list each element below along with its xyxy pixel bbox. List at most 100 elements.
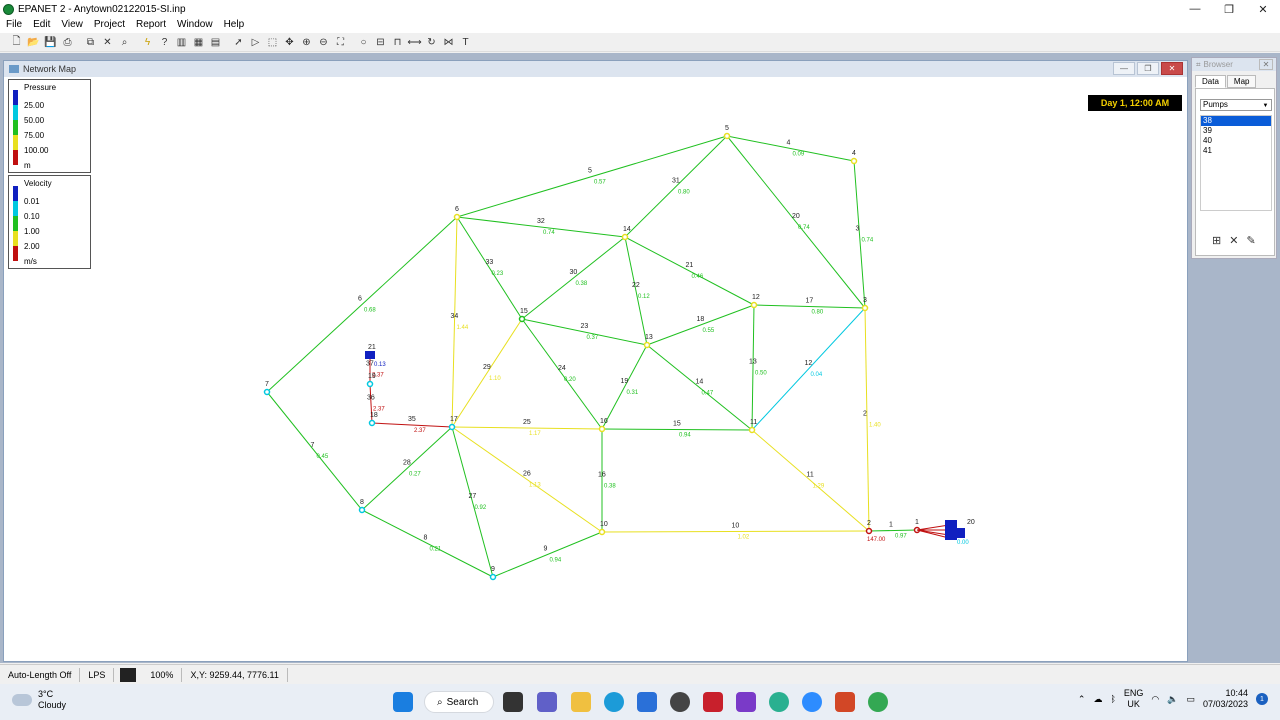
junction-11[interactable]	[748, 426, 756, 434]
maximize-button[interactable]: ❐	[1212, 0, 1246, 18]
onedrive-icon[interactable]: ☁	[1093, 694, 1102, 705]
auto-length-status[interactable]: Auto-Length Off	[0, 667, 81, 682]
pipe-18[interactable]	[646, 304, 755, 346]
pipe-1[interactable]	[868, 529, 918, 532]
options-icon[interactable]: ▤	[208, 35, 223, 50]
object-list[interactable]: 38 39 40 41	[1200, 115, 1272, 211]
network-map-svg[interactable]: 50.5740.0930.74310.80200.74320.7460.6834…	[4, 77, 1187, 661]
browser-close-button[interactable]: ✕	[1259, 59, 1273, 70]
pipe-6[interactable]	[266, 216, 458, 393]
bluetooth-icon[interactable]: ᛒ	[1110, 694, 1115, 704]
graph-icon[interactable]: ▥	[174, 35, 189, 50]
windows-start-icon[interactable]	[393, 692, 413, 712]
junction-9[interactable]	[489, 573, 497, 581]
pipe-14[interactable]	[646, 344, 753, 431]
add-reservoir-icon[interactable]: ⊟	[373, 35, 388, 50]
junction-8[interactable]	[358, 506, 366, 514]
pipe-15[interactable]	[601, 428, 753, 431]
pipe-8[interactable]	[361, 509, 494, 578]
menu-window[interactable]: Window	[171, 18, 218, 33]
tab-map[interactable]: Map	[1226, 75, 1257, 88]
junction-13[interactable]	[643, 341, 651, 349]
clipchamp-taskbar-icon[interactable]	[736, 692, 756, 712]
pipe-7[interactable]	[266, 391, 363, 511]
zoom-taskbar-icon[interactable]	[802, 692, 822, 712]
save-icon[interactable]: 💾	[43, 35, 58, 50]
menu-project[interactable]: Project	[88, 18, 130, 33]
pipe-3[interactable]	[853, 160, 866, 309]
battery-icon[interactable]: ▭	[1186, 694, 1195, 705]
menu-file[interactable]: File	[0, 18, 27, 33]
list-item[interactable]: 38	[1201, 116, 1271, 126]
list-item[interactable]: 39	[1201, 126, 1271, 136]
junction-4[interactable]	[850, 157, 858, 165]
file-explorer-taskbar-icon[interactable]	[503, 692, 523, 712]
pipe-27[interactable]	[451, 426, 494, 578]
list-item[interactable]: 40	[1201, 136, 1271, 146]
folder-taskbar-icon[interactable]	[571, 692, 591, 712]
store-taskbar-icon[interactable]	[637, 692, 657, 712]
velocity-legend[interactable]: Velocity 0.01 0.10 1.00 2.00 m/s	[8, 175, 91, 269]
add-pipe-icon[interactable]: ⟷	[407, 35, 422, 50]
pipe-9[interactable]	[492, 531, 603, 578]
pipe-22[interactable]	[624, 236, 648, 346]
teams-chat-taskbar-icon[interactable]	[537, 692, 557, 712]
map-minimize-button[interactable]: —	[1113, 62, 1135, 75]
pipe-17[interactable]	[753, 304, 866, 309]
pipe-25[interactable]	[451, 426, 603, 430]
add-tank-icon[interactable]: ⊓	[390, 35, 405, 50]
add-object-icon[interactable]: ⊞	[1212, 234, 1221, 247]
pipe-19[interactable]	[601, 344, 648, 430]
junction-18[interactable]	[368, 419, 376, 427]
powerpoint-taskbar-icon[interactable]	[835, 692, 855, 712]
pipe-2[interactable]	[864, 307, 870, 532]
copy-icon[interactable]: ⧉	[83, 35, 98, 50]
dell-taskbar-icon[interactable]	[670, 692, 690, 712]
pump-link-2[interactable]	[916, 524, 950, 531]
list-item[interactable]: 41	[1201, 146, 1271, 156]
network-map-canvas[interactable]: 5 0.57 4 0.09 3 0.74 31 0.80 20 0.74 32 0.74 6 0.68 34…	[4, 77, 1187, 661]
pipe-29[interactable]	[451, 318, 523, 428]
pipe-35[interactable]	[371, 422, 453, 428]
print-icon[interactable]: ⎙	[60, 35, 75, 50]
pan-icon[interactable]: ✥	[282, 35, 297, 50]
add-valve-icon[interactable]: ⋈	[441, 35, 456, 50]
map-close-button[interactable]: ✕	[1161, 62, 1183, 75]
junction-16[interactable]	[598, 425, 606, 433]
pipe-12[interactable]	[751, 307, 866, 431]
map-maximize-button[interactable]: ❐	[1137, 62, 1159, 75]
select-region-icon[interactable]: ⬚	[265, 35, 280, 50]
menu-report[interactable]: Report	[130, 18, 171, 33]
select-vertex-icon[interactable]: ▷	[248, 35, 263, 50]
pipe-10[interactable]	[601, 530, 870, 533]
pipe-4[interactable]	[726, 135, 855, 162]
zoom-in-icon[interactable]: ⊕	[299, 35, 314, 50]
menu-help[interactable]: Help	[218, 18, 250, 33]
add-pump-icon[interactable]: ↻	[424, 35, 439, 50]
tank-icon[interactable]	[365, 351, 375, 359]
epanet-taskbar-icon[interactable]	[769, 692, 789, 712]
find-icon[interactable]: ⌕	[117, 35, 132, 50]
pipe-34[interactable]	[451, 216, 458, 428]
query-icon[interactable]: ?	[157, 35, 172, 50]
pressure-legend[interactable]: Pressure 25.00 50.00 75.00 100.00 m	[8, 79, 91, 173]
close-button[interactable]: ✕	[1246, 0, 1280, 18]
junction-7[interactable]	[263, 388, 271, 396]
add-junction-icon[interactable]: ○	[356, 35, 371, 50]
mcafee-taskbar-icon[interactable]	[703, 692, 723, 712]
delete-object-icon[interactable]: ✕	[1229, 234, 1238, 247]
pipe-28[interactable]	[361, 426, 453, 511]
junction-6[interactable]	[453, 213, 461, 221]
edit-object-icon[interactable]: ✎	[1246, 234, 1255, 247]
junction-5[interactable]	[723, 132, 731, 140]
open-folder-icon[interactable]: 📂	[26, 35, 41, 50]
wifi-icon[interactable]: ◠	[1151, 694, 1159, 705]
zoom-out-icon[interactable]: ⊖	[316, 35, 331, 50]
weather-widget[interactable]: 3°C Cloudy	[12, 689, 66, 711]
chrome-taskbar-icon[interactable]	[868, 692, 888, 712]
add-label-icon[interactable]: T	[458, 35, 473, 50]
notification-badge[interactable]: 1	[1256, 693, 1268, 705]
taskbar-search[interactable]: ⌕ Search	[424, 691, 494, 713]
new-file-icon[interactable]: 🗋	[9, 35, 24, 50]
volume-icon[interactable]: 🔈	[1167, 694, 1178, 705]
